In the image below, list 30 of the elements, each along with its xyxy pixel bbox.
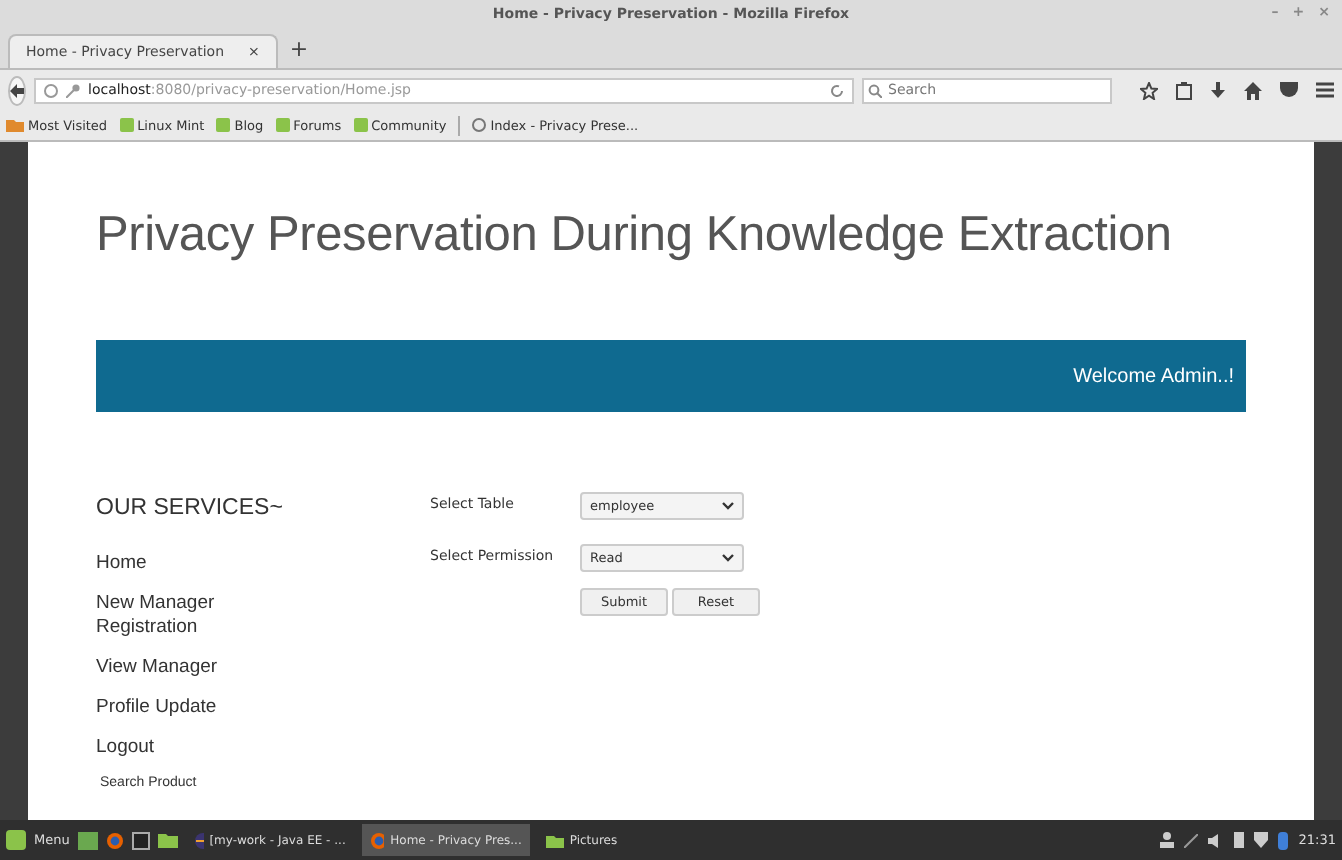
menu-link[interactable]: Home	[96, 552, 276, 576]
welcome-text: Welcome Admin..!	[1073, 365, 1234, 387]
user-icon[interactable]	[1160, 832, 1175, 848]
chevron-icon	[722, 502, 734, 510]
star-icon[interactable]	[1140, 81, 1158, 99]
download-icon[interactable]	[1210, 81, 1226, 99]
clipboard-icon[interactable]	[1176, 81, 1192, 99]
reload-icon[interactable]	[830, 83, 844, 97]
folder-icon	[545, 833, 564, 847]
page-heading: Privacy Preservation During Knowledge Extraction	[96, 208, 1174, 264]
terminal-icon[interactable]	[131, 831, 150, 849]
home-icon[interactable]	[1244, 81, 1262, 99]
menu-link[interactable]: View Manager	[96, 656, 276, 680]
chevron-icon	[722, 554, 734, 562]
new-tab-button[interactable]: +	[289, 36, 309, 68]
search-icon	[868, 83, 882, 97]
folder-icon	[6, 118, 24, 132]
back-button[interactable]	[8, 75, 26, 105]
back-arrow-icon	[10, 83, 24, 97]
menu-link[interactable]: Logout	[96, 736, 276, 760]
info-icon	[44, 83, 58, 97]
menu-link[interactable]: New Manager Registration	[96, 592, 276, 640]
folder-icon[interactable]	[157, 832, 178, 848]
key-icon	[66, 83, 80, 97]
menu-link[interactable]: Profile Update	[96, 696, 276, 720]
menu-icon[interactable]	[1316, 82, 1334, 98]
services-heading: OUR SERVICES~	[96, 496, 285, 520]
firefox-icon	[369, 831, 385, 849]
shield-icon[interactable]	[1254, 832, 1269, 848]
firefox-icon	[105, 831, 124, 849]
